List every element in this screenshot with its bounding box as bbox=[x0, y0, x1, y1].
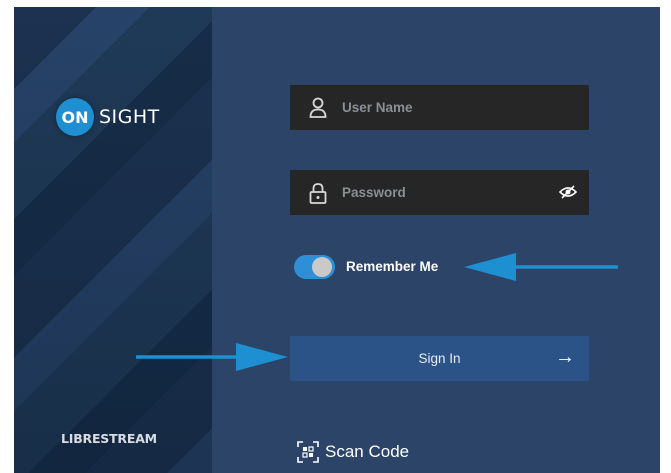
onsight-logo: ON SIGHT bbox=[56, 98, 160, 136]
eye-slash-icon[interactable] bbox=[557, 182, 579, 202]
username-input[interactable] bbox=[342, 100, 542, 115]
remember-me-label: Remember Me bbox=[346, 259, 439, 274]
toggle-knob bbox=[312, 257, 332, 277]
password-input[interactable] bbox=[342, 185, 542, 200]
lock-icon bbox=[308, 181, 328, 205]
annotation-arrow-left bbox=[464, 253, 618, 281]
remember-me-toggle[interactable] bbox=[294, 255, 335, 279]
sign-in-button[interactable]: Sign In → bbox=[290, 336, 589, 381]
logo-badge: ON bbox=[56, 98, 94, 136]
annotation-arrow-right bbox=[136, 343, 288, 371]
scan-code-button[interactable]: Scan Code bbox=[297, 441, 409, 463]
logo-word: SIGHT bbox=[99, 106, 160, 128]
qr-scan-icon bbox=[297, 441, 319, 463]
sign-in-label: Sign In bbox=[418, 351, 461, 366]
login-window: ON SIGHT LIBRESTREAM Remember Me Sign In… bbox=[14, 7, 660, 473]
username-field[interactable] bbox=[290, 85, 589, 130]
side-panel: ON SIGHT LIBRESTREAM bbox=[14, 7, 212, 473]
password-field[interactable] bbox=[290, 170, 589, 215]
arrow-right-icon: → bbox=[555, 346, 575, 368]
scan-code-label: Scan Code bbox=[325, 442, 410, 461]
librestream-logo: LIBRESTREAM bbox=[61, 431, 157, 446]
user-icon bbox=[308, 96, 328, 120]
